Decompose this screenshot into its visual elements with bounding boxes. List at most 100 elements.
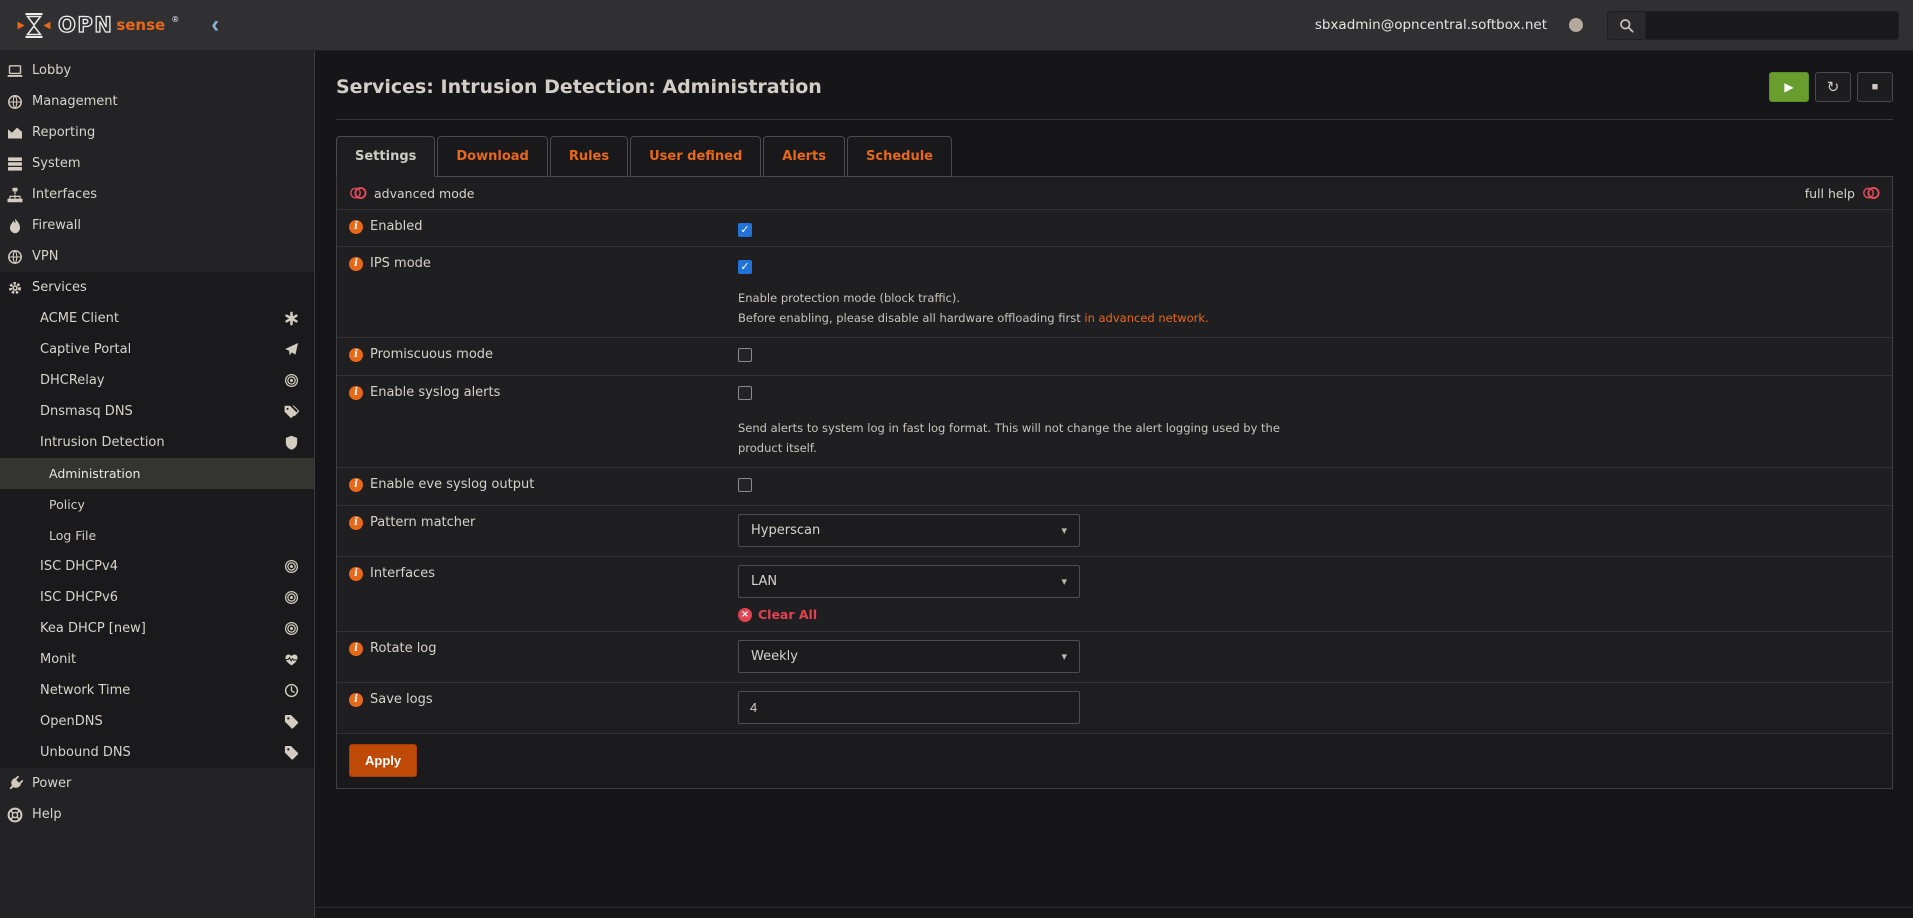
info-icon[interactable]: i	[349, 220, 363, 234]
shield-icon	[284, 435, 299, 450]
ips-mode-checkbox[interactable]: ✓	[738, 260, 752, 274]
advanced-network-link[interactable]: in advanced network.	[1084, 311, 1208, 325]
start-service-button[interactable]: ▶	[1769, 72, 1809, 102]
tab-user-defined[interactable]: User defined	[630, 136, 761, 177]
form-row-enable-syslog-alerts: i Enable syslog alerts Send alerts to sy…	[337, 375, 1892, 467]
sidebar-item-system[interactable]: System	[0, 148, 314, 179]
sidebar-item-label: System	[32, 156, 80, 171]
sidebar-item-administration[interactable]: Administration	[0, 458, 314, 489]
panel-header: advanced mode full help	[337, 177, 1892, 209]
info-icon[interactable]: i	[349, 478, 363, 492]
tab-bar: Settings Download Rules User defined Ale…	[336, 136, 1893, 177]
sidebar-item-lobby[interactable]: Lobby	[0, 55, 314, 86]
life-ring-icon	[7, 807, 23, 823]
field-label: Rotate log	[370, 641, 437, 656]
sidebar-item-kea-dhcp[interactable]: Kea DHCP [new]	[0, 613, 314, 644]
search-box	[1607, 11, 1899, 40]
sidebar-collapse-button[interactable]: ‹	[211, 13, 219, 37]
stop-service-button[interactable]: ■	[1857, 72, 1893, 102]
sub-item-label: Captive Portal	[40, 342, 131, 357]
sidebar-item-log-file[interactable]: Log File	[0, 520, 314, 551]
sidebar-item-captive-portal[interactable]: Captive Portal	[0, 334, 314, 365]
sidebar-item-policy[interactable]: Policy	[0, 489, 314, 520]
user-email[interactable]: sbxadmin@opncentral.softbox.net	[1315, 17, 1547, 33]
form-row-ips-mode: i IPS mode ✓ Enable protection mode (blo…	[337, 246, 1892, 337]
page-head: Services: Intrusion Detection: Administr…	[336, 51, 1893, 102]
advanced-mode-toggle[interactable]: advanced mode	[349, 185, 475, 201]
brand-name-primary: OPN	[58, 13, 113, 37]
refresh-service-button[interactable]: ↻	[1815, 72, 1851, 102]
area-chart-icon	[7, 125, 23, 141]
select-value: LAN	[751, 574, 777, 589]
full-help-label: full help	[1805, 186, 1855, 201]
tab-rules[interactable]: Rules	[550, 136, 628, 177]
topbar: OPNsense® ‹ sbxadmin@opncentral.softbox.…	[0, 0, 1913, 51]
form-row-apply: Apply	[337, 733, 1892, 788]
sidebar-item-management[interactable]: Management	[0, 86, 314, 117]
info-icon[interactable]: i	[349, 516, 363, 530]
sidebar-item-dhcrelay[interactable]: DHCRelay	[0, 365, 314, 396]
tab-download[interactable]: Download	[437, 136, 547, 177]
sidebar-item-isc-dhcpv4[interactable]: ISC DHCPv4	[0, 551, 314, 582]
info-icon[interactable]: i	[349, 348, 363, 362]
heartbeat-icon	[284, 652, 299, 667]
field-label: Save logs	[370, 692, 433, 707]
clear-all-button[interactable]: × Clear All	[738, 607, 1880, 622]
tab-schedule[interactable]: Schedule	[847, 136, 952, 177]
sidebar-item-opendns[interactable]: OpenDNS	[0, 706, 314, 737]
form-row-rotate-log: i Rotate log Weekly ▾	[337, 631, 1892, 682]
sidebar-item-vpn[interactable]: VPN	[0, 241, 314, 272]
paper-plane-icon	[284, 342, 299, 357]
tab-settings[interactable]: Settings	[336, 136, 435, 177]
eve-syslog-checkbox[interactable]	[738, 478, 752, 492]
rotate-log-select[interactable]: Weekly ▾	[738, 640, 1080, 673]
footer-divider	[315, 907, 1913, 908]
interfaces-select[interactable]: LAN ▾	[738, 565, 1080, 598]
search-input[interactable]	[1646, 12, 1898, 39]
sidebar-item-isc-dhcpv6[interactable]: ISC DHCPv6	[0, 582, 314, 613]
sub-sub-label: Policy	[49, 497, 85, 512]
promiscuous-mode-checkbox[interactable]	[738, 348, 752, 362]
sidebar-item-unbound-dns[interactable]: Unbound DNS	[0, 737, 314, 768]
info-icon[interactable]: i	[349, 567, 363, 581]
save-logs-input[interactable]	[738, 691, 1080, 724]
title-divider	[336, 119, 1893, 120]
sidebar-item-reporting[interactable]: Reporting	[0, 117, 314, 148]
info-icon[interactable]: i	[349, 386, 363, 400]
select-value: Hyperscan	[751, 523, 820, 538]
sub-item-label: Unbound DNS	[40, 745, 131, 760]
sidebar-item-dnsmasq-dns[interactable]: Dnsmasq DNS	[0, 396, 314, 427]
sub-item-label: DHCRelay	[40, 373, 105, 388]
service-actions: ▶ ↻ ■	[1769, 72, 1893, 102]
sidebar-item-services[interactable]: Services	[0, 272, 314, 303]
tab-label: User defined	[649, 149, 742, 164]
sidebar-item-intrusion-detection[interactable]: Intrusion Detection	[0, 427, 314, 458]
sidebar-item-interfaces[interactable]: Interfaces	[0, 179, 314, 210]
main-content: Services: Intrusion Detection: Administr…	[315, 51, 1913, 918]
sidebar-item-help[interactable]: Help	[0, 799, 314, 830]
tab-alerts[interactable]: Alerts	[763, 136, 845, 177]
status-dot[interactable]	[1569, 18, 1583, 32]
sub-item-label: Kea DHCP [new]	[40, 621, 146, 636]
sidebar-item-acme-client[interactable]: ACME Client	[0, 303, 314, 334]
sidebar-item-power[interactable]: Power	[0, 768, 314, 799]
sub-item-label: Intrusion Detection	[40, 435, 165, 450]
sidebar-item-firewall[interactable]: Firewall	[0, 210, 314, 241]
apply-button[interactable]: Apply	[349, 744, 417, 777]
field-label: Enable eve syslog output	[370, 477, 534, 492]
info-icon[interactable]: i	[349, 693, 363, 707]
enabled-checkbox[interactable]: ✓	[738, 223, 752, 237]
full-help-toggle[interactable]: full help	[1805, 185, 1880, 201]
sub-sub-label: Administration	[49, 466, 140, 481]
fire-icon	[7, 218, 23, 234]
opnsense-hourglass-icon	[16, 12, 52, 39]
form-row-enable-eve-syslog-output: i Enable eve syslog output	[337, 467, 1892, 505]
brand-logo[interactable]: OPNsense®	[16, 12, 179, 39]
help-text: Enable protection mode (block traffic). …	[738, 288, 1298, 328]
info-icon[interactable]: i	[349, 642, 363, 656]
sidebar-item-monit[interactable]: Monit	[0, 644, 314, 675]
pattern-matcher-select[interactable]: Hyperscan ▾	[738, 514, 1080, 547]
syslog-alerts-checkbox[interactable]	[738, 386, 752, 400]
sidebar-item-network-time[interactable]: Network Time	[0, 675, 314, 706]
info-icon[interactable]: i	[349, 257, 363, 271]
